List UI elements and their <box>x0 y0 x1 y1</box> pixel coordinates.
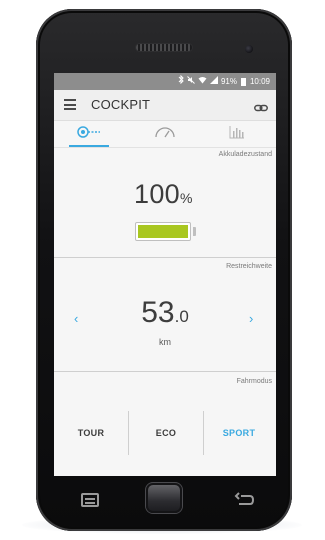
tab-speedometer[interactable] <box>135 121 195 147</box>
battery-percent-text: 91% <box>220 77 237 86</box>
wifi-icon <box>198 73 207 90</box>
bluetooth-icon <box>178 73 184 90</box>
mode-selector: TOUR ECO SPORT <box>54 409 276 457</box>
tab-connection[interactable] <box>59 121 119 147</box>
battery-value-unit: % <box>179 190 193 206</box>
range-next-arrow[interactable]: › <box>249 311 253 326</box>
status-icons: 91% 10:09 <box>178 73 270 90</box>
battery-level-fill <box>138 225 188 238</box>
recent-apps-icon[interactable] <box>81 493 99 507</box>
page-title: COCKPIT <box>91 97 151 112</box>
hardware-nav-bar <box>36 475 292 531</box>
connection-toggle-icon <box>76 125 102 144</box>
app-screen: 91% 10:09 COCKPIT Akkuladezustand 100% R… <box>54 73 276 476</box>
active-tab-indicator <box>69 145 109 147</box>
range-section-label: Restreichweite <box>226 263 272 270</box>
tab-statistics[interactable] <box>207 121 267 147</box>
divider <box>54 257 276 258</box>
battery-tip <box>193 227 196 236</box>
link-chain-icon[interactable] <box>254 100 268 112</box>
phone-frame: 91% 10:09 COCKPIT Akkuladezustand 100% R… <box>36 9 292 531</box>
earpiece-speaker <box>136 44 192 51</box>
range-value-decimal: .0 <box>174 307 189 326</box>
range-value: 53.0 <box>54 296 276 330</box>
home-button[interactable] <box>146 483 182 513</box>
mode-section-label: Fahrmodus <box>236 378 272 385</box>
mode-button-eco[interactable]: ECO <box>129 409 203 457</box>
clock-text: 10:09 <box>249 77 270 86</box>
range-unit: km <box>159 337 171 347</box>
hamburger-menu-icon[interactable] <box>64 99 76 110</box>
battery-value-number: 100 <box>134 179 180 209</box>
battery-status-icon <box>240 77 246 86</box>
signal-icon <box>209 73 218 90</box>
mute-icon <box>187 73 195 90</box>
range-value-int: 53 <box>141 296 175 329</box>
divider <box>54 371 276 372</box>
tab-bar <box>54 121 276 148</box>
battery-section-label: Akkuladezustand <box>218 151 272 158</box>
mode-button-tour[interactable]: TOUR <box>54 409 128 457</box>
front-camera <box>245 45 253 53</box>
battery-level-indicator <box>135 222 191 241</box>
mode-button-sport[interactable]: SPORT <box>202 409 276 457</box>
app-bar: COCKPIT <box>54 90 276 121</box>
back-arrow-icon[interactable] <box>234 489 256 511</box>
speedometer-icon <box>154 125 176 143</box>
bar-chart-icon <box>229 125 245 144</box>
status-bar: 91% 10:09 <box>54 73 276 90</box>
battery-percent-value: 100% <box>134 179 193 210</box>
